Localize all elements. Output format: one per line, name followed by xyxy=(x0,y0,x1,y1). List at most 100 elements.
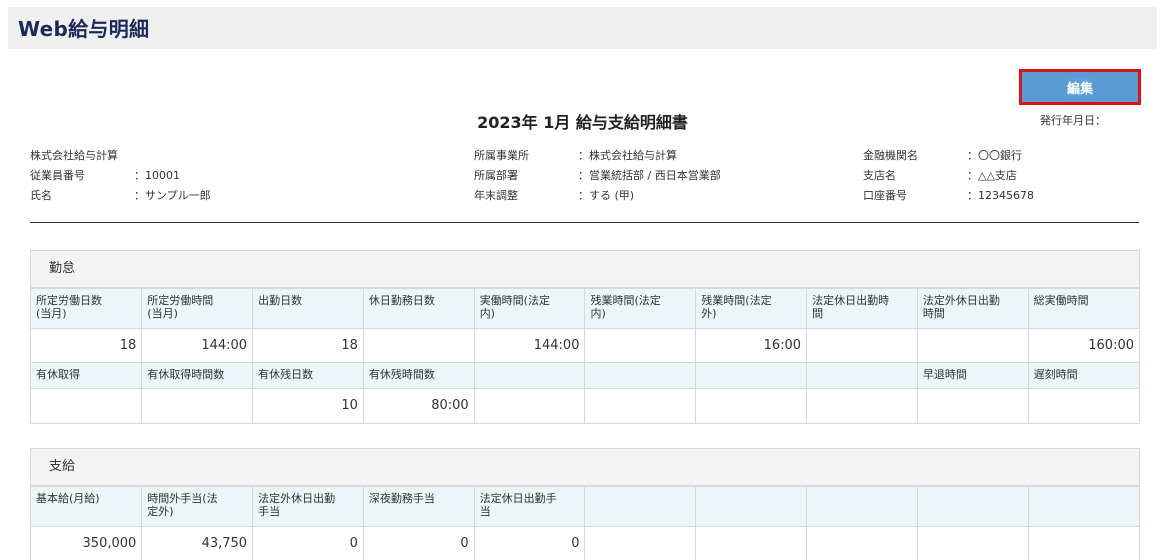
employee-no-label: 従業員番号 xyxy=(30,167,85,183)
column-header xyxy=(917,487,1028,527)
column-header: 総実働時間 xyxy=(1028,289,1139,329)
yearend-value: ：する (甲) xyxy=(578,187,634,203)
company-name: 株式会社給与計算 xyxy=(30,147,118,163)
table-cell xyxy=(917,329,1028,363)
payment-section: 支給 基本給(月給)時間外手当(法 定外)法定外休日出勤 手当深夜勤務手当法定休… xyxy=(30,448,1140,560)
column-header: 法定休日出勤時 間 xyxy=(807,289,918,329)
table-cell xyxy=(585,389,696,423)
column-header: 遅刻時間 xyxy=(1028,363,1139,389)
column-header: 法定休日出勤手 当 xyxy=(474,487,585,527)
bank-label: 金融機関名 xyxy=(863,147,918,163)
dept-label: 所属部署 xyxy=(474,167,518,183)
table-cell xyxy=(917,527,1028,560)
table-cell: 160:00 xyxy=(1028,329,1139,363)
attendance-section: 勤怠 所定労働日数 (当月)所定労働時間 (当月)出勤日数休日勤務日数実働時間(… xyxy=(30,250,1140,424)
employee-info: 株式会社給与計算 従業員番号 ：10001 氏名 ：サンプル一郎 xyxy=(30,147,330,207)
account-label: 口座番号 xyxy=(863,187,907,203)
issue-date-label: 発行年月日： xyxy=(1040,112,1106,128)
table-cell: 144:00 xyxy=(474,329,585,363)
column-header: 残業時間(法定 外) xyxy=(696,289,807,329)
app-header: Web給与明細 xyxy=(8,7,1157,49)
table-cell xyxy=(807,329,918,363)
column-header xyxy=(696,487,807,527)
table-cell xyxy=(474,389,585,423)
branch-label: 支店名 xyxy=(863,167,896,183)
edit-button-label: 編集 xyxy=(1067,78,1093,97)
table-cell xyxy=(917,389,1028,423)
column-header: 休日勤務日数 xyxy=(363,289,474,329)
edit-button[interactable]: 編集 xyxy=(1019,69,1141,105)
column-header: 時間外手当(法 定外) xyxy=(142,487,253,527)
column-header: 所定労働時間 (当月) xyxy=(142,289,253,329)
office-label: 所属事業所 xyxy=(474,147,529,163)
table-cell: 144:00 xyxy=(142,329,253,363)
payment-value-row-1: 350,00043,750000 xyxy=(31,527,1139,560)
header-divider xyxy=(30,222,1139,223)
table-cell: 0 xyxy=(474,527,585,560)
office-info: 所属事業所 ：株式会社給与計算 所属部署 ：営業統括部 / 西日本営業部 年末調… xyxy=(474,147,854,207)
bank-row: 金融機関名 ：〇〇銀行 xyxy=(863,147,1133,167)
column-header: 深夜勤務手当 xyxy=(363,487,474,527)
payment-header-row-1: 基本給(月給)時間外手当(法 定外)法定外休日出勤 手当深夜勤務手当法定休日出勤… xyxy=(31,487,1139,527)
column-header: 基本給(月給) xyxy=(31,487,142,527)
table-cell xyxy=(142,389,253,423)
bank-value: ：〇〇銀行 xyxy=(967,147,1022,163)
table-cell: 10 xyxy=(253,389,364,423)
table-cell xyxy=(1028,389,1139,423)
attendance-header-row-1: 所定労働日数 (当月)所定労働時間 (当月)出勤日数休日勤務日数実働時間(法定 … xyxy=(31,289,1139,329)
column-header: 早退時間 xyxy=(917,363,1028,389)
column-header: 出勤日数 xyxy=(253,289,364,329)
employee-name-row: 氏名 ：サンプル一郎 xyxy=(30,187,330,207)
account-row: 口座番号 ：12345678 xyxy=(863,187,1133,207)
column-header xyxy=(696,363,807,389)
column-header: 残業時間(法定 内) xyxy=(585,289,696,329)
employee-no-value: ：10001 xyxy=(134,167,180,183)
table-cell xyxy=(585,329,696,363)
table-cell: 0 xyxy=(363,527,474,560)
table-cell: 43,750 xyxy=(142,527,253,560)
attendance-value-row-2: 1080:00 xyxy=(31,389,1139,423)
table-cell: 80:00 xyxy=(363,389,474,423)
column-header: 法定外休日出勤 時間 xyxy=(917,289,1028,329)
column-header xyxy=(1028,487,1139,527)
table-cell xyxy=(31,389,142,423)
table-cell xyxy=(585,527,696,560)
column-header: 所定労働日数 (当月) xyxy=(31,289,142,329)
column-header xyxy=(807,487,918,527)
branch-row: 支店名 ：△△支店 xyxy=(863,167,1133,187)
attendance-value-row-1: 18144:0018144:0016:00160:00 xyxy=(31,329,1139,363)
branch-value: ：△△支店 xyxy=(967,167,1017,183)
employee-no-row: 従業員番号 ：10001 xyxy=(30,167,330,187)
yearend-row: 年末調整 ：する (甲) xyxy=(474,187,854,207)
attendance-section-title: 勤怠 xyxy=(31,251,1139,288)
table-cell: 18 xyxy=(253,329,364,363)
table-cell xyxy=(696,389,807,423)
yearend-label: 年末調整 xyxy=(474,187,518,203)
attendance-table: 所定労働日数 (当月)所定労働時間 (当月)出勤日数休日勤務日数実働時間(法定 … xyxy=(31,288,1139,423)
column-header xyxy=(585,487,696,527)
column-header xyxy=(585,363,696,389)
dept-value: ：営業統括部 / 西日本営業部 xyxy=(578,167,721,183)
table-cell: 16:00 xyxy=(696,329,807,363)
employee-name-value: ：サンプル一郎 xyxy=(134,187,211,203)
office-value: ：株式会社給与計算 xyxy=(578,147,677,163)
table-cell xyxy=(807,527,918,560)
app-title: Web給与明細 xyxy=(18,13,149,42)
attendance-header-row-2: 有休取得有休取得時間数有休残日数有休残時間数早退時間遅刻時間 xyxy=(31,363,1139,389)
column-header xyxy=(807,363,918,389)
employee-name-label: 氏名 xyxy=(30,187,52,203)
column-header xyxy=(474,363,585,389)
table-cell xyxy=(696,527,807,560)
column-header: 有休残時間数 xyxy=(363,363,474,389)
table-cell xyxy=(363,329,474,363)
payment-table: 基本給(月給)時間外手当(法 定外)法定外休日出勤 手当深夜勤務手当法定休日出勤… xyxy=(31,486,1139,560)
table-cell xyxy=(1028,527,1139,560)
column-header: 法定外休日出勤 手当 xyxy=(253,487,364,527)
table-cell: 18 xyxy=(31,329,142,363)
office-row: 所属事業所 ：株式会社給与計算 xyxy=(474,147,854,167)
document-title: 2023年 1月 給与支給明細書 xyxy=(0,109,1165,133)
payment-section-title: 支給 xyxy=(31,449,1139,486)
table-cell xyxy=(807,389,918,423)
table-cell: 0 xyxy=(253,527,364,560)
column-header: 有休取得時間数 xyxy=(142,363,253,389)
